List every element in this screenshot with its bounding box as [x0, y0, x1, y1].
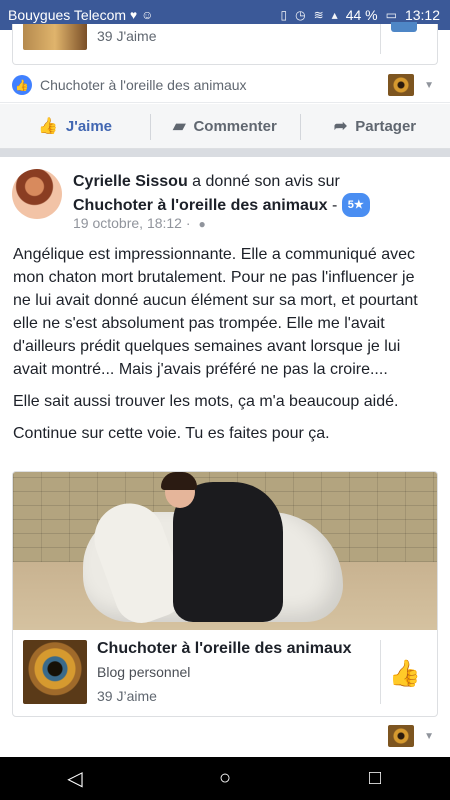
- post-date[interactable]: 19 octobre, 18:12: [73, 215, 182, 231]
- thumbs-up-icon[interactable]: 👍: [389, 658, 421, 689]
- cover-photo: [13, 472, 437, 630]
- page-avatar[interactable]: [388, 74, 414, 96]
- dash: -: [332, 197, 338, 214]
- person-hair: [161, 472, 197, 490]
- previous-shared-card[interactable]: 39 J'aime: [12, 22, 438, 65]
- page-likes: 39 J'aime: [97, 28, 157, 44]
- page-thumbnail: [23, 24, 87, 50]
- cat-icon: ☺: [141, 8, 154, 22]
- recents-icon[interactable]: □: [345, 757, 405, 800]
- shared-page-title[interactable]: Chuchoter à l'oreille des animaux: [97, 640, 352, 658]
- page-attribution-row: 👍 Chuchoter à l'oreille des animaux ▼: [0, 68, 450, 103]
- signal-icon: ▴: [331, 8, 338, 22]
- divider: [380, 640, 381, 704]
- previous-post-card: 39 J'aime: [0, 22, 450, 68]
- comment-button[interactable]: ▰ Commenter: [150, 114, 300, 140]
- home-icon[interactable]: ○: [195, 757, 255, 800]
- review-post: Cyrielle Sissou a donné son avis sur Chu…: [0, 157, 450, 757]
- shared-page-info: Chuchoter à l'oreille des animaux Blog p…: [13, 630, 437, 716]
- globe-icon: ●: [198, 217, 206, 231]
- share-label: Partager: [355, 117, 417, 135]
- back-icon[interactable]: ◁: [45, 757, 105, 800]
- comment-label: Commenter: [193, 117, 277, 135]
- carrier-name: Bouygues Telecom: [8, 7, 127, 23]
- share-button[interactable]: ➦ Partager: [300, 114, 450, 140]
- page-name[interactable]: Chuchoter à l'oreille des animaux: [73, 197, 328, 214]
- page-attribution-label[interactable]: Chuchoter à l'oreille des animaux: [40, 77, 247, 93]
- feed-separator: [0, 149, 450, 157]
- action-text: a donné son avis sur: [192, 173, 340, 190]
- avatar[interactable]: [12, 169, 62, 219]
- rating-badge: 5★: [341, 193, 370, 217]
- comment-icon: ▰: [173, 118, 186, 135]
- shared-page-card[interactable]: Chuchoter à l'oreille des animaux Blog p…: [12, 471, 438, 717]
- post-meta: 19 octobre, 18:12 · ●: [73, 215, 206, 231]
- chevron-down-icon[interactable]: ▼: [424, 731, 434, 742]
- clock: 13:12: [404, 7, 440, 23]
- heart-icon: ♥: [130, 8, 138, 22]
- share-icon: ➦: [333, 118, 348, 135]
- divider: [380, 24, 381, 54]
- author-name[interactable]: Cyrielle Sissou: [73, 173, 188, 190]
- post-paragraph: Angélique est impressionnante. Elle a co…: [13, 246, 418, 378]
- thumbs-up-icon[interactable]: [391, 22, 417, 32]
- page-avatar[interactable]: [388, 725, 414, 747]
- shared-page-likes: 39 J’aime: [97, 688, 157, 704]
- like-button[interactable]: 👍 J'aime: [0, 116, 150, 136]
- post-header: Cyrielle Sissou a donné son avis sur Chu…: [73, 171, 433, 217]
- page-profile-image[interactable]: [23, 640, 87, 704]
- post-paragraph: Elle sait aussi trouver les mots, ça m'a…: [13, 393, 399, 410]
- post-footer-row: ▼: [0, 723, 450, 753]
- post-paragraph: Continue sur cette voie. Tu es faites po…: [13, 425, 330, 442]
- meta-dot: ·: [185, 215, 191, 231]
- post-actions-bar: 👍 J'aime ▰ Commenter ➦ Partager: [0, 104, 450, 149]
- thumbs-up-icon: 👍: [37, 118, 58, 135]
- wifi-icon: ≋: [313, 8, 324, 22]
- battery-percent: 44 %: [345, 7, 378, 23]
- shared-page-category: Blog personnel: [97, 664, 191, 680]
- vibrate-icon: ▯: [280, 8, 288, 22]
- like-badge-icon: 👍: [12, 75, 32, 95]
- alarm-icon: ◷: [295, 8, 306, 22]
- battery-icon: ▭: [385, 8, 397, 22]
- post-body: Angélique est impressionnante. Elle a co…: [13, 243, 433, 454]
- chevron-down-icon[interactable]: ▼: [424, 80, 434, 91]
- system-nav-bar: ◁ ○ □: [0, 757, 450, 800]
- like-label: J'aime: [65, 117, 113, 135]
